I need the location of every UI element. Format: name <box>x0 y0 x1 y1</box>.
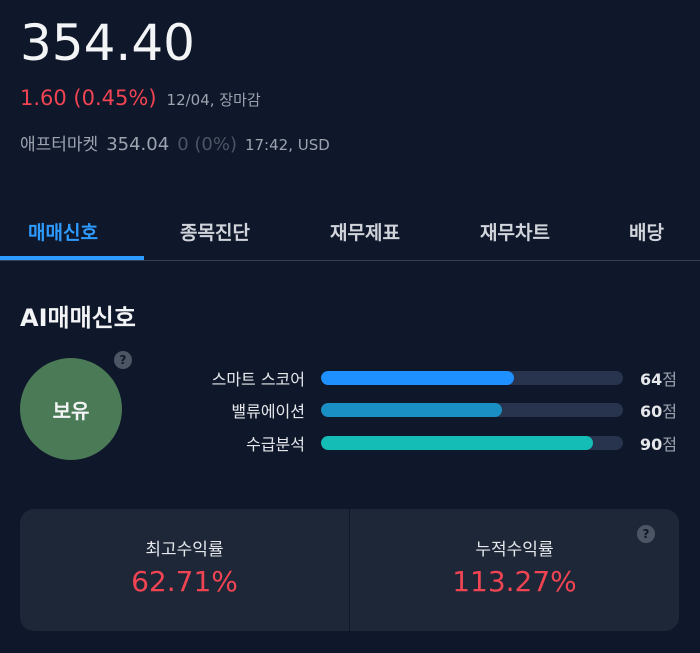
after-market-change: 0 (0%) <box>177 134 237 155</box>
score-bar-fill <box>321 403 503 417</box>
tab-dividend[interactable]: 배당 <box>629 218 664 245</box>
help-icon[interactable]: ? <box>637 525 655 543</box>
tab-financial-charts[interactable]: 재무차트 <box>480 218 550 245</box>
tab-financial-statements[interactable]: 재무제표 <box>330 218 400 245</box>
score-bar-track <box>321 371 623 385</box>
score-row-valuation: 밸류에이션 60점 <box>150 398 690 422</box>
score-label: 밸류에이션 <box>231 402 305 421</box>
stock-price: 354.40 <box>20 14 195 72</box>
score-value: 90점 <box>640 435 677 454</box>
section-title: AI매매신호 <box>20 304 136 332</box>
score-label: 수급분석 <box>246 435 305 454</box>
help-icon[interactable]: ? <box>114 351 132 369</box>
after-market-label: 애프터마켓 <box>20 135 99 155</box>
tab-stock-diagnosis[interactable]: 종목진단 <box>180 218 250 245</box>
score-bar-track <box>321 436 623 450</box>
after-market-time: 17:42, USD <box>244 136 330 154</box>
cumulative-return-cell: 누적수익률 113.27% <box>350 509 679 631</box>
price-change: 1.60 (0.45%) <box>20 86 157 110</box>
score-bar-fill <box>321 371 515 385</box>
after-market-row: 애프터마켓 354.04 0 (0%) 17:42, USD <box>20 130 330 155</box>
recommendation-badge: 보유 <box>20 358 122 460</box>
cumulative-return-value: 113.27% <box>452 565 577 598</box>
price-change-row: 1.60 (0.45%) 12/04, 장마감 <box>20 86 261 110</box>
max-return-value: 62.71% <box>131 565 238 598</box>
tab-bar: 매매신호 종목진단 재무제표 재무차트 배당 <box>0 212 700 261</box>
cumulative-return-label: 누적수익률 <box>475 540 554 560</box>
quote-date-status: 12/04, 장마감 <box>166 91 261 109</box>
score-bar-fill <box>321 436 593 450</box>
active-tab-indicator <box>0 256 144 260</box>
score-bar-track <box>321 403 623 417</box>
score-label: 스마트 스코어 <box>211 370 305 389</box>
returns-card: 최고수익률 62.71% 누적수익률 113.27% ? <box>20 509 679 631</box>
score-value: 60점 <box>640 402 677 421</box>
score-row-supply-demand: 수급분석 90점 <box>150 431 690 455</box>
max-return-label: 최고수익률 <box>145 540 224 560</box>
score-row-smart: 스마트 스코어 64점 <box>150 366 690 390</box>
recommendation-label: 보유 <box>52 398 90 423</box>
max-return-cell: 최고수익률 62.71% <box>20 509 349 631</box>
score-value: 64점 <box>640 370 677 389</box>
after-market-price: 354.04 <box>106 134 170 155</box>
tab-trading-signal[interactable]: 매매신호 <box>28 218 98 245</box>
